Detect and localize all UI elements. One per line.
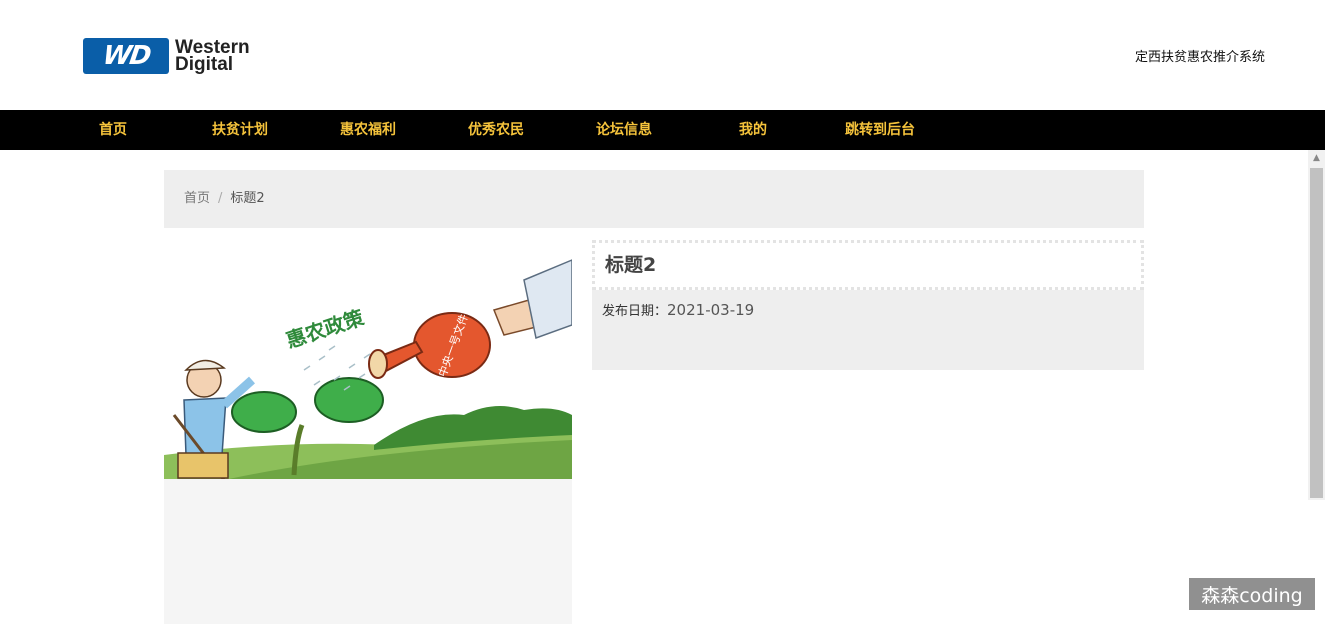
header: WD Western Digital 定西扶贫惠农推介系统 bbox=[0, 0, 1325, 110]
nav-item-poverty-plan[interactable]: 扶贫计划 bbox=[212, 110, 268, 150]
nav-item-farmer-welfare[interactable]: 惠农福利 bbox=[340, 110, 396, 150]
logo-wordmark: Western Digital bbox=[175, 38, 250, 75]
logo-line-2: Digital bbox=[175, 54, 234, 75]
scrollbar-thumb[interactable] bbox=[1310, 168, 1323, 498]
publish-date: 发布日期：2021-03-19 bbox=[602, 300, 754, 319]
breadcrumb: 首页 / 标题2 bbox=[164, 170, 1144, 228]
nav-item-admin[interactable]: 跳转到后台 bbox=[845, 110, 915, 150]
logo-mark-text: WD bbox=[100, 41, 152, 71]
breadcrumb-separator: / bbox=[218, 191, 223, 206]
article-image: 中央一号文件 惠农政策 bbox=[164, 240, 572, 480]
scroll-up-arrow-icon[interactable]: ▲ bbox=[1308, 150, 1325, 167]
main-nav: 首页 扶贫计划 惠农福利 优秀农民 论坛信息 我的 跳转到后台 bbox=[0, 110, 1325, 150]
nav-item-mine[interactable]: 我的 bbox=[739, 110, 767, 150]
article-title: 标题2 bbox=[592, 240, 1144, 290]
watermark: 森森coding bbox=[1189, 578, 1315, 610]
nav-item-home[interactable]: 首页 bbox=[99, 110, 127, 150]
policy-illustration: 中央一号文件 惠农政策 bbox=[164, 259, 572, 480]
breadcrumb-home[interactable]: 首页 bbox=[184, 191, 210, 206]
image-placeholder-panel bbox=[164, 479, 572, 624]
nav-item-forum[interactable]: 论坛信息 bbox=[596, 110, 652, 150]
site-name: 定西扶贫惠农推介系统 bbox=[1134, 50, 1265, 65]
wd-logo-icon: WD bbox=[83, 38, 169, 74]
logo[interactable]: WD Western Digital bbox=[83, 38, 250, 74]
publish-date-label: 发布日期： bbox=[602, 304, 668, 319]
article-detail: 标题2 发布日期：2021-03-19 bbox=[592, 240, 1144, 370]
publish-date-value: 2021-03-19 bbox=[667, 301, 755, 319]
nav-item-excellent-farmers[interactable]: 优秀农民 bbox=[468, 110, 524, 150]
image-slogan: 惠农政策 bbox=[283, 305, 367, 353]
breadcrumb-current: 标题2 bbox=[230, 191, 265, 206]
